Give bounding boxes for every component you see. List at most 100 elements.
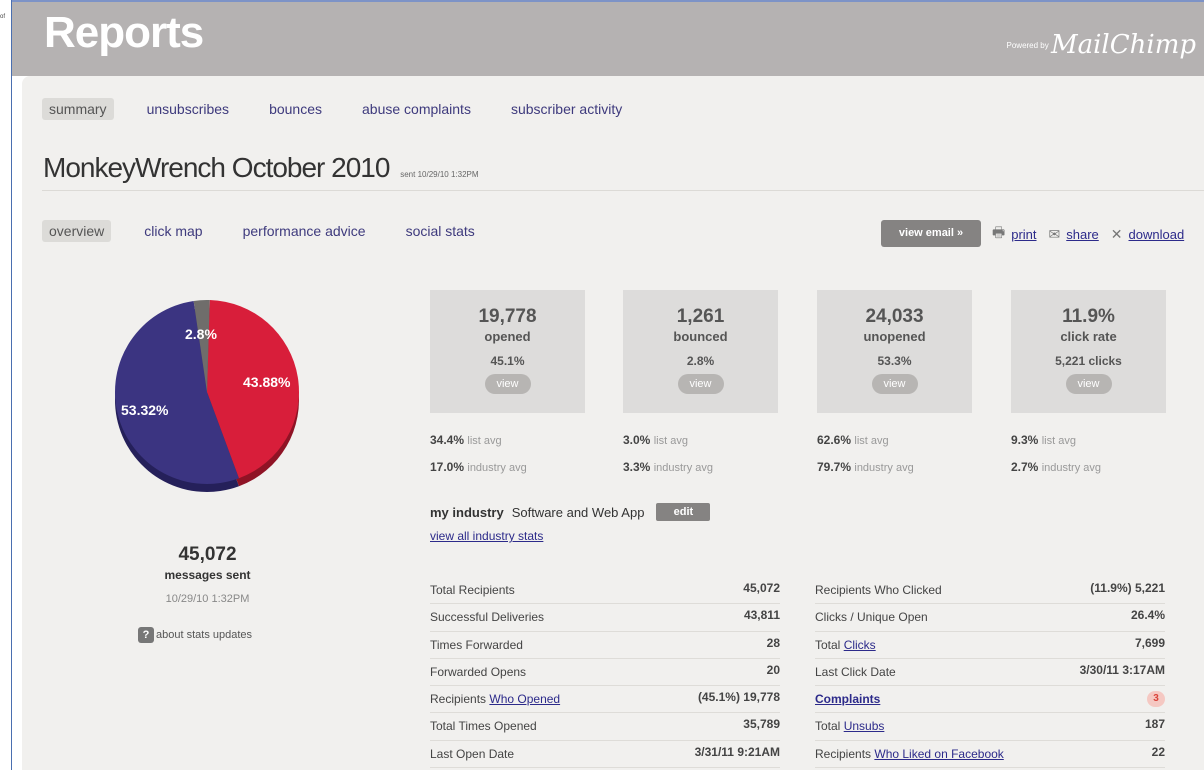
row-label: Times Forwarded [430, 638, 523, 652]
view-all-industry-stats-link[interactable]: view all industry stats [430, 529, 543, 543]
campaign-name: MonkeyWrench October 2010 [43, 152, 390, 183]
avg-value: 17.0% [430, 460, 465, 474]
stat-number: 11.9% [1062, 306, 1115, 327]
row-label: Total Times Opened [430, 719, 537, 733]
row-label: Forwarded Opens [430, 665, 526, 679]
divider [42, 190, 1204, 191]
row-link[interactable]: Unsubs [844, 719, 885, 733]
stat-label: click rate [1060, 329, 1117, 344]
row-label-text: Recipients Who Clicked [815, 583, 942, 597]
row-value: (11.9%) 5,221 [1090, 581, 1165, 595]
row-label-text: Successful Deliveries [430, 610, 545, 625]
avg-label: list avg [854, 435, 889, 447]
tab-click-map[interactable]: click map [137, 220, 209, 242]
view-email-button[interactable]: view email » [881, 220, 981, 247]
stats-table-left: Total Recipients 45,072 Successful Deliver… [430, 577, 780, 769]
avg-label: list avg [653, 435, 688, 447]
table-row: Complaints 3 [815, 686, 1165, 714]
sent-date: 10/29/10 1:32PM [165, 593, 250, 605]
avg-label: industry avg [854, 462, 914, 474]
industry-avg-unopened: 79.7% industry avg [817, 460, 914, 474]
share-link[interactable]: share [1066, 227, 1099, 242]
avg-value: 62.6% [817, 433, 852, 447]
row-label: Successful Deliveries [430, 610, 544, 624]
row-link[interactable]: Who Opened [489, 692, 560, 706]
row-label-text: Last Open Date [430, 746, 515, 761]
stat-percent: 2.8% [686, 354, 715, 368]
stat-percent: 45.1% [490, 354, 525, 368]
edge-text: of [0, 14, 6, 20]
tab-summary[interactable]: summary [42, 98, 114, 120]
table-row: Last Open Date 3/31/11 9:21AM [430, 741, 780, 769]
list-avg-unopened: 62.6% list avg [817, 433, 889, 447]
campaign-title: MonkeyWrench October 2010 sent 10/29/10 … [43, 152, 479, 184]
about-stats-updates[interactable]: ? about stats updates [138, 627, 252, 643]
avg-label: list avg [1041, 435, 1076, 447]
stat-bounced: 1,261 bounced 2.8% view [623, 290, 778, 413]
my-industry: my industry Software and Web App edit [430, 503, 711, 521]
view-bounced-button[interactable]: view [677, 374, 724, 394]
stat-click-rate: 11.9% click rate 5,221 clicks view [1011, 290, 1166, 413]
table-row: Recipients Who Clicked (11.9%) 5,221 [815, 577, 1165, 605]
view-opened-button[interactable]: view [484, 374, 531, 394]
tab-social-stats[interactable]: social stats [399, 220, 482, 242]
row-value: 22 [1151, 744, 1165, 759]
row-link[interactable]: Clicks [844, 638, 876, 652]
tab-subscriber-activity[interactable]: subscriber activity [504, 98, 629, 120]
row-value: 28 [766, 635, 780, 650]
row-label-text: Total Times Opened [430, 719, 537, 734]
tab-performance-advice[interactable]: performance advice [236, 220, 373, 242]
table-row: Recipients Who Liked on Facebook 22 [815, 741, 1165, 769]
campaign-sent-date: sent 10/29/10 1:32PM [400, 170, 479, 179]
row-link[interactable]: Who Liked on Facebook [874, 747, 1003, 761]
table-row: Recipients Who Opened (45.1%) 19,778 [430, 686, 780, 714]
messages-sent-label: messages sent [164, 568, 251, 582]
row-label-text: Recipients [430, 692, 490, 707]
avg-value: 79.7% [817, 460, 852, 474]
list-avg-clicks: 9.3% list avg [1011, 433, 1076, 447]
edit-industry-button[interactable]: edit [656, 503, 711, 521]
row-label: Last Click Date [815, 665, 896, 679]
row-label-text: Total [815, 719, 844, 734]
tab-abuse-complaints[interactable]: abuse complaints [355, 98, 478, 120]
avg-value: 3.3% [623, 460, 651, 474]
table-row: Clicks / Unique Open 26.4% [815, 604, 1165, 632]
view-unopened-button[interactable]: view [871, 374, 918, 394]
row-value: (45.1%) 19,778 [697, 690, 780, 705]
my-industry-value: Software and Web App [511, 504, 645, 520]
about-stats-label: about stats updates [156, 629, 253, 641]
table-row: Forwarded Opens 20 [430, 659, 780, 687]
download-action: ✕ download [1111, 222, 1184, 246]
row-value: 35,789 [743, 717, 780, 732]
share-action: ✉ share [1049, 222, 1099, 246]
avg-value: 9.3% [1011, 433, 1039, 447]
row-value: 43,811 [743, 608, 780, 623]
row-label: Recipients Who Liked on Facebook [815, 747, 1004, 761]
stat-unopened: 24,033 unopened 53.3% view [817, 290, 972, 413]
row-label: Recipients Who Opened [430, 692, 560, 706]
stat-opened: 19,778 opened 45.1% view [430, 290, 585, 413]
row-link[interactable]: Complaints [815, 692, 880, 706]
stat-number: 19,778 [478, 306, 537, 327]
report-tabs: summary unsubscribes bounces abuse compl… [42, 98, 655, 120]
table-row: Total Times Opened 35,789 [430, 713, 780, 741]
printer-icon: 🖶 [992, 224, 1006, 240]
row-label: Recipients Who Clicked [815, 583, 942, 597]
tab-unsubscribes[interactable]: unsubscribes [140, 98, 237, 120]
avg-label: industry avg [467, 462, 527, 474]
row-value: 45,072 [743, 581, 780, 595]
row-label: Complaints [815, 692, 880, 706]
powered-by-text: Powered by [1006, 41, 1049, 50]
tab-bounces[interactable]: bounces [262, 98, 329, 120]
print-link[interactable]: print [1011, 227, 1036, 242]
row-label: Total Clicks [815, 638, 876, 652]
row-value: 7,699 [1134, 635, 1165, 650]
tab-overview[interactable]: overview [42, 220, 112, 242]
download-link[interactable]: download [1129, 227, 1185, 242]
table-row: Total Recipients 45,072 [430, 577, 780, 605]
row-label: Clicks / Unique Open [815, 610, 928, 624]
view-clicks-button[interactable]: view [1065, 374, 1112, 394]
avg-label: industry avg [1041, 462, 1102, 474]
table-row: Total Unsubs 187 [815, 713, 1165, 741]
row-label-text: Times Forwarded [430, 637, 523, 652]
